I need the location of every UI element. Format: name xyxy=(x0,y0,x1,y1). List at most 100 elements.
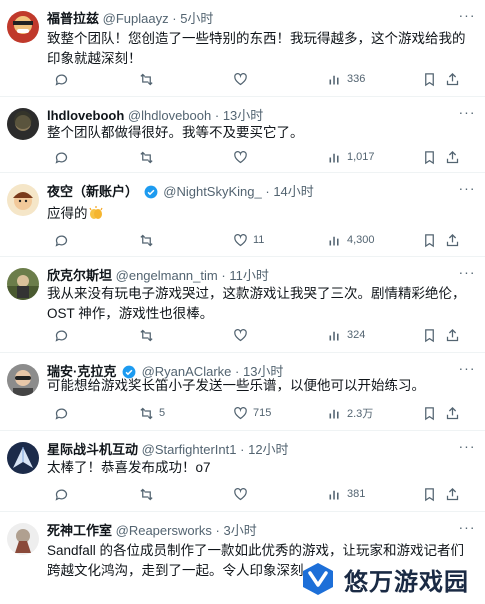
retweet-button[interactable]: 5 xyxy=(139,403,165,423)
retweet-button[interactable] xyxy=(139,147,159,167)
views-button[interactable]: 2.3万 xyxy=(327,403,373,423)
bookmark-button[interactable] xyxy=(422,147,437,167)
retweet-button[interactable] xyxy=(139,325,159,345)
bookmark-icon xyxy=(425,72,434,86)
post[interactable]: 夜空（新账户） @NightSkyKing_ · 14小时 ··· 应得的 11… xyxy=(0,173,485,257)
view-count: 4,300 xyxy=(347,234,375,246)
timestamp[interactable]: 14小时 xyxy=(273,184,313,199)
action-bar: 381 xyxy=(47,484,473,504)
like-button[interactable] xyxy=(233,147,253,167)
post[interactable]: 欣克尔斯坦 @engelmann_tim · 11小时 ··· 我从来没有玩电子… xyxy=(0,257,485,353)
more-options-icon[interactable]: ··· xyxy=(457,180,477,200)
views-button[interactable]: 324 xyxy=(327,325,365,345)
retweet-button[interactable] xyxy=(139,69,159,89)
share-icon xyxy=(446,406,459,419)
reply-button[interactable] xyxy=(54,147,74,167)
separator: · xyxy=(265,184,270,199)
more-options-icon[interactable]: ··· xyxy=(457,519,477,539)
reply-button[interactable] xyxy=(54,325,74,345)
separator: · xyxy=(172,11,177,26)
bookmark-button[interactable] xyxy=(422,325,437,345)
views-icon xyxy=(329,236,339,245)
share-button[interactable] xyxy=(445,230,460,250)
share-button[interactable] xyxy=(445,325,460,345)
heart-icon xyxy=(234,487,247,500)
action-bar: 1,017 xyxy=(47,147,473,167)
more-options-icon[interactable]: ··· xyxy=(457,7,477,27)
bookmark-button[interactable] xyxy=(422,484,437,504)
user-handle[interactable]: @engelmann_tim xyxy=(116,268,218,283)
views-button[interactable]: 336 xyxy=(327,69,365,89)
display-name[interactable]: 夜空（新账户） xyxy=(47,184,138,199)
timestamp[interactable]: 3小时 xyxy=(224,523,257,538)
bookmark-icon xyxy=(425,150,434,164)
like-button[interactable] xyxy=(233,484,253,504)
user-handle[interactable]: @lhdlovebooh xyxy=(128,108,211,123)
views-icon xyxy=(329,75,339,84)
post[interactable]: 瑞安·克拉克 @RyanAClarke · 13小时 ··· 可能想给游戏奖长笛… xyxy=(0,353,485,431)
share-button[interactable] xyxy=(445,69,460,89)
verified-badge-icon xyxy=(144,185,158,199)
share-button[interactable] xyxy=(445,147,460,167)
reply-button[interactable] xyxy=(54,403,74,423)
display-name[interactable]: 星际战斗机互动 xyxy=(47,442,138,457)
user-handle[interactable]: @StarfighterInt1 xyxy=(142,442,237,457)
action-bar: 5 715 2.3万 xyxy=(47,403,473,423)
avatar[interactable] xyxy=(7,442,39,474)
views-button[interactable]: 381 xyxy=(327,484,365,504)
display-name[interactable]: 福普拉兹 xyxy=(47,11,99,26)
share-button[interactable] xyxy=(445,403,460,423)
views-button[interactable]: 4,300 xyxy=(327,230,375,250)
like-button[interactable]: 11 xyxy=(233,230,264,250)
post[interactable]: 星际战斗机互动 @StarfighterInt1 · 12小时 ··· 太棒了！… xyxy=(0,431,485,512)
more-options-icon[interactable]: ··· xyxy=(457,104,477,124)
timestamp[interactable]: 5小时 xyxy=(180,11,213,26)
avatar[interactable] xyxy=(7,364,39,396)
user-handle[interactable]: @Fuplaayz xyxy=(103,11,169,26)
timestamp[interactable]: 12小时 xyxy=(248,442,288,457)
retweet-button[interactable] xyxy=(139,230,159,250)
like-button[interactable]: 715 xyxy=(233,403,271,423)
retweet-icon xyxy=(140,329,153,341)
display-name[interactable]: lhdlovebooh xyxy=(47,108,124,123)
views-icon xyxy=(329,331,339,340)
bookmark-button[interactable] xyxy=(422,69,437,89)
display-name[interactable]: 欣克尔斯坦 xyxy=(47,268,112,283)
retweet-button[interactable] xyxy=(139,484,159,504)
reply-button[interactable] xyxy=(54,484,74,504)
user-handle[interactable]: @NightSkyKing_ xyxy=(163,184,261,199)
heart-icon xyxy=(234,150,247,163)
timestamp[interactable]: 13小时 xyxy=(223,108,263,123)
more-options-icon[interactable]: ··· xyxy=(457,438,477,458)
views-button[interactable]: 1,017 xyxy=(327,147,375,167)
post[interactable]: lhdlovebooh @lhdlovebooh · 13小时 ··· 整个团队… xyxy=(0,97,485,173)
post-header: 福普拉兹 @Fuplaayz · 5小时 xyxy=(47,10,445,28)
post[interactable]: 福普拉兹 @Fuplaayz · 5小时 ··· 致整个团队！您创造了一些特别的… xyxy=(0,0,485,97)
like-count: 715 xyxy=(253,407,272,419)
reply-button[interactable] xyxy=(54,69,74,89)
avatar[interactable] xyxy=(7,184,39,216)
bookmark-button[interactable] xyxy=(422,403,437,423)
watermark: 悠万游戏园 xyxy=(300,560,480,598)
post-text: 整个团队都做得很好。我等不及要买它了。 xyxy=(47,125,304,140)
display-name[interactable]: 死神工作室 xyxy=(47,523,112,538)
more-options-icon[interactable]: ··· xyxy=(457,264,477,284)
post-text: 致整个团队！您创造了一些特别的东西！我玩得越多，这个游戏给我的印象就越深刻！ xyxy=(47,31,466,66)
reply-button[interactable] xyxy=(54,230,74,250)
avatar[interactable] xyxy=(7,523,39,555)
retweet-icon xyxy=(140,234,153,246)
avatar[interactable] xyxy=(7,108,39,140)
user-handle[interactable]: @Reapersworks xyxy=(116,523,212,538)
separator: · xyxy=(221,268,226,283)
like-button[interactable] xyxy=(233,325,253,345)
share-button[interactable] xyxy=(445,484,460,504)
avatar[interactable] xyxy=(7,268,39,300)
avatar[interactable] xyxy=(7,11,39,43)
bookmark-button[interactable] xyxy=(422,230,437,250)
like-button[interactable] xyxy=(233,69,253,89)
reply-icon xyxy=(55,74,68,86)
timestamp[interactable]: 11小时 xyxy=(229,268,269,283)
views-icon xyxy=(329,153,339,162)
post-text: 可能想给游戏奖长笛小子发送一些乐谱，以便他可以开始练习。 xyxy=(47,378,425,393)
reply-icon xyxy=(55,152,68,164)
